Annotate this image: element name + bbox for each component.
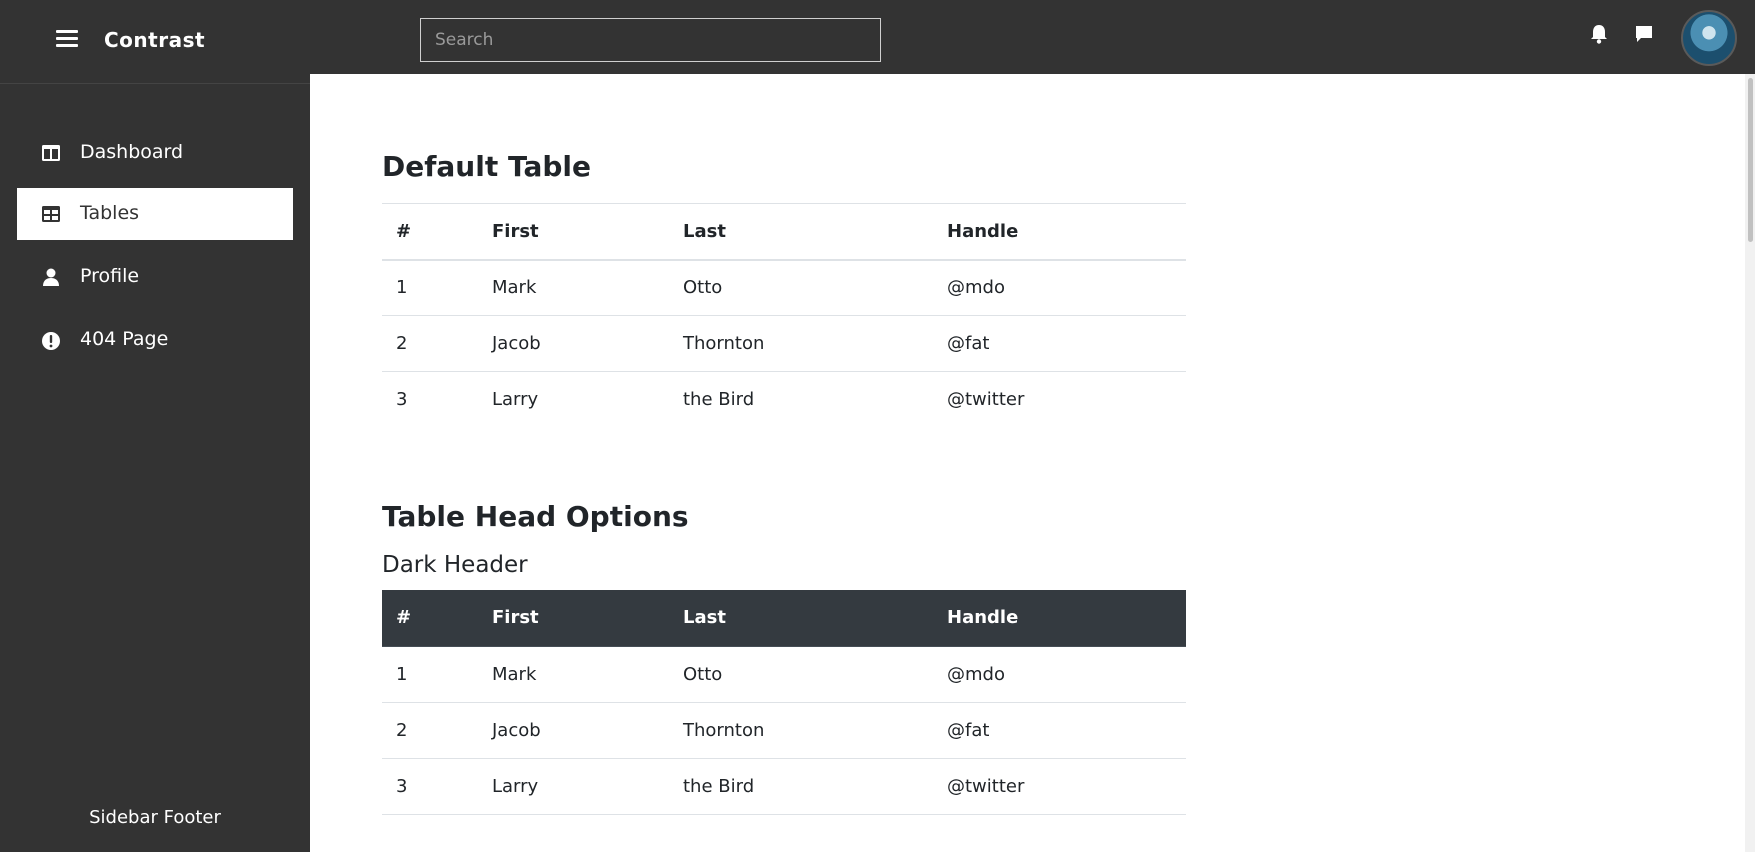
- table-cell: 3: [396, 389, 408, 411]
- sidebar-item-label: Profile: [80, 265, 140, 287]
- brand-area: Contrast: [0, 0, 310, 84]
- dashboard-icon: [41, 144, 61, 162]
- sidebar-item-404[interactable]: 404 Page: [17, 314, 293, 366]
- table-cell: Thornton: [669, 315, 933, 372]
- table-cell: Jacob: [478, 315, 669, 372]
- table-row: 2 Jacob Thornton @fat: [382, 315, 1186, 372]
- user-avatar[interactable]: [1681, 10, 1737, 66]
- column-header: First: [478, 203, 669, 261]
- column-header: First: [478, 590, 669, 647]
- table-header-row: # First Last Handle: [382, 203, 1186, 261]
- table-row: 3 Larry the Bird @twitter: [382, 372, 1186, 428]
- sidebar-item-label: 404 Page: [80, 328, 169, 350]
- column-header: Handle: [933, 203, 1186, 261]
- table-cell: @twitter: [947, 389, 1025, 411]
- table-cell: @twitter: [933, 758, 1186, 815]
- sidebar-item-tables[interactable]: Tables: [17, 188, 293, 240]
- dark-header-subtitle: Dark Header: [382, 552, 528, 578]
- main-content: Default Table # First Last Handle 1 Mark…: [310, 74, 1745, 852]
- message-icon[interactable]: [1634, 24, 1654, 48]
- exclamation-circle-icon: [41, 331, 61, 350]
- table-row: 1 Mark Otto @mdo: [382, 646, 1186, 703]
- hamburger-menu-icon[interactable]: [56, 30, 78, 48]
- table-cell: @fat: [933, 702, 1186, 759]
- sidebar-item-profile[interactable]: Profile: [17, 251, 293, 303]
- sidebar-footer: Sidebar Footer: [89, 807, 221, 828]
- sidebar: Dashboard Tables Profile 404 Page Sideba…: [0, 84, 310, 852]
- column-header: #: [382, 203, 478, 261]
- table-cell: Mark: [478, 259, 669, 316]
- table-cell: Thornton: [669, 702, 933, 759]
- table-cell: the Bird: [683, 389, 755, 411]
- column-header: #: [382, 590, 478, 647]
- table-cell: Mark: [478, 646, 669, 703]
- table-cell: Otto: [669, 646, 933, 703]
- sidebar-item-label: Dashboard: [80, 141, 184, 163]
- table-cell: @mdo: [933, 259, 1186, 316]
- table-icon: [41, 205, 61, 223]
- table-cell: @fat: [933, 315, 1186, 372]
- dark-header-table: # First Last Handle 1 Mark Otto @mdo 2 J…: [382, 590, 1186, 815]
- default-table-title: Default Table: [382, 150, 591, 183]
- table-cell: 1: [382, 259, 478, 316]
- column-header: Handle: [933, 590, 1186, 647]
- table-row: 3 Larry the Bird @twitter: [382, 758, 1186, 815]
- head-options-title: Table Head Options: [382, 500, 689, 533]
- table-row: 2 Jacob Thornton @fat: [382, 702, 1186, 759]
- table-cell: Larry: [492, 389, 539, 411]
- table-cell: 2: [382, 702, 478, 759]
- default-table: # First Last Handle 1 Mark Otto @mdo 2 J…: [382, 203, 1186, 428]
- table-cell: @mdo: [933, 646, 1186, 703]
- user-icon: [41, 268, 61, 286]
- scrollbar-thumb[interactable]: [1748, 78, 1753, 242]
- table-cell: 1: [382, 646, 478, 703]
- table-cell: the Bird: [669, 758, 933, 815]
- table-cell: Otto: [669, 259, 933, 316]
- table-cell: 3: [382, 758, 478, 815]
- table-cell: Larry: [478, 758, 669, 815]
- table-row: 1 Mark Otto @mdo: [382, 259, 1186, 316]
- brand-title: Contrast: [104, 28, 206, 52]
- sidebar-item-dashboard[interactable]: Dashboard: [17, 127, 293, 179]
- search-input[interactable]: [420, 18, 881, 62]
- table-cell: Jacob: [478, 702, 669, 759]
- sidebar-item-label: Tables: [80, 202, 140, 224]
- table-header-row: # First Last Handle: [382, 590, 1186, 647]
- column-header: Last: [669, 203, 933, 261]
- bell-icon[interactable]: [1590, 24, 1608, 48]
- column-header: Last: [669, 590, 933, 647]
- table-cell: 2: [382, 315, 478, 372]
